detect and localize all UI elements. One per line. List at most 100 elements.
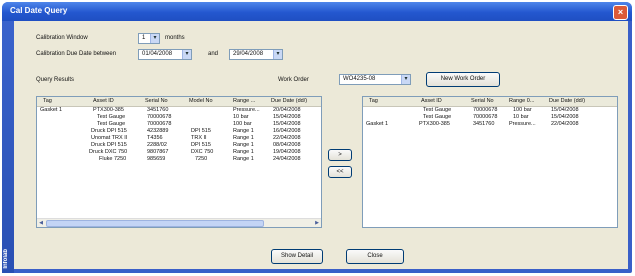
calibration-window-value: 1: [142, 35, 146, 41]
cell-model-no: 7250: [195, 156, 208, 162]
months-label: months: [165, 35, 185, 41]
chevron-down-icon: ▾: [150, 34, 159, 43]
cal-date-query-window: Cal Date Query × Infolab Calibration Win…: [2, 2, 632, 273]
cell-serial-no: T4356: [147, 135, 163, 141]
work-order-label: Work Order: [278, 77, 309, 83]
cell-asset-id: Unomat TRX II: [91, 135, 128, 141]
column-header-tag[interactable]: Tag: [369, 98, 409, 104]
cell-serial-no: 70000678: [147, 114, 172, 120]
due-between-label: Calibration Due Date between: [36, 51, 117, 57]
column-header-due-date[interactable]: Due Date (dd/): [549, 98, 609, 104]
cell-tag: Gasket 1: [366, 121, 389, 127]
chevron-down-icon: ▾: [182, 50, 191, 59]
cell-serial-no: 4232889: [147, 128, 169, 134]
dialog-content: Calibration Window 1 ▾ months Calibratio…: [14, 21, 628, 269]
window-title: Cal Date Query: [10, 6, 68, 15]
cell-asset-id: Druck DPI 515: [91, 142, 127, 148]
date-from-value: 01/04/2008: [142, 51, 173, 57]
cell-asset-id: Druck DPI 515: [91, 128, 127, 134]
work-order-list-header: Tag Asset ID Serial No Range 0... Due Da…: [363, 97, 617, 107]
cell-asset-id: Test Gauge: [97, 121, 126, 127]
close-window-button[interactable]: ×: [613, 5, 628, 20]
work-order-value: WO4235-08: [343, 76, 376, 82]
cell-range: 100 bar: [513, 107, 532, 113]
horizontal-scrollbar[interactable]: ◀ ▶: [37, 218, 321, 227]
cell-due-date: 15/04/2008: [551, 107, 579, 113]
column-header-model-no[interactable]: Model No: [189, 98, 229, 104]
cell-range: 10 bar: [233, 114, 249, 120]
cell-range: Range 1: [233, 142, 254, 148]
cell-due-date: 16/04/2008: [273, 128, 301, 134]
cell-serial-no: 70000678: [473, 114, 498, 120]
column-header-due-date[interactable]: Due Date (dd/): [271, 98, 319, 104]
cell-due-date: 22/04/2008: [273, 135, 301, 141]
cell-range: Pressure...: [509, 121, 536, 127]
query-results-header: Tag Asset ID Serial No Model No Range ..…: [37, 97, 321, 107]
query-results-label: Query Results: [36, 77, 75, 83]
cell-serial-no: 3451760: [473, 121, 495, 127]
date-to-picker[interactable]: 29/04/2008 ▾: [229, 49, 283, 60]
cell-model-no: DPI 515: [191, 142, 211, 148]
and-label: and: [208, 51, 219, 57]
cell-range: Range 1: [233, 135, 254, 141]
cell-asset-id: Fluke 7250: [99, 156, 127, 162]
chevron-down-icon: ▾: [401, 75, 410, 84]
cell-asset-id: Test Gauge: [423, 114, 452, 120]
column-header-range[interactable]: Range 0...: [509, 98, 545, 104]
cell-range: Range 1: [233, 149, 254, 155]
cell-asset-id: Druck DXC 750: [89, 149, 128, 155]
cell-asset-id: PTX300-385: [93, 107, 124, 113]
cell-due-date: 15/04/2008: [273, 114, 301, 120]
close-button[interactable]: Close: [346, 249, 404, 264]
cell-due-date: 15/04/2008: [551, 114, 579, 120]
title-bar[interactable]: Cal Date Query ×: [2, 2, 632, 21]
cell-range: Pressure...: [233, 107, 260, 113]
date-from-picker[interactable]: 01/04/2008 ▾: [138, 49, 192, 60]
new-work-order-button[interactable]: New Work Order: [426, 72, 500, 87]
cell-range: Range 1: [233, 156, 254, 162]
cell-serial-no: 9807867: [147, 149, 169, 155]
cell-due-date: 24/04/2008: [273, 156, 301, 162]
scrollbar-thumb[interactable]: [46, 220, 264, 227]
cell-range: 100 bar: [233, 121, 252, 127]
cell-due-date: 15/04/2008: [273, 121, 301, 127]
cell-asset-id: Test Gauge: [97, 114, 126, 120]
cell-model-no: DXC 750: [191, 149, 214, 155]
date-to-value: 29/04/2008: [233, 51, 264, 57]
remove-from-work-order-button[interactable]: <<: [328, 166, 352, 178]
cell-due-date: 22/04/2008: [551, 121, 579, 127]
cell-due-date: 20/04/2008: [273, 107, 301, 113]
query-results-list[interactable]: Tag Asset ID Serial No Model No Range ..…: [36, 96, 322, 228]
column-header-tag[interactable]: Tag: [43, 98, 83, 104]
column-header-serial-no[interactable]: Serial No: [471, 98, 511, 104]
calibration-window-label: Calibration Window: [36, 35, 88, 41]
cell-serial-no: 3451760: [147, 107, 169, 113]
side-strip: Infolab: [2, 21, 14, 273]
side-strip-label: Infolab: [3, 249, 9, 269]
cell-due-date: 19/04/2008: [273, 149, 301, 155]
cell-serial-no: 70000678: [473, 107, 498, 113]
cell-serial-no: 2288/02: [147, 142, 167, 148]
cell-tag: Gasket 1: [40, 107, 63, 113]
cell-asset-id: PTX300-385: [419, 121, 450, 127]
work-order-select[interactable]: WO4235-08 ▾: [339, 74, 411, 85]
cell-asset-id: Test Gauge: [423, 107, 452, 113]
cell-due-date: 08/04/2008: [273, 142, 301, 148]
show-detail-button[interactable]: Show Detail: [271, 249, 323, 264]
scroll-left-icon[interactable]: ◀: [37, 219, 45, 227]
cell-serial-no: 985659: [147, 156, 166, 162]
column-header-serial-no[interactable]: Serial No: [145, 98, 185, 104]
column-header-asset-id[interactable]: Asset ID: [93, 98, 133, 104]
work-order-items-list[interactable]: Tag Asset ID Serial No Range 0... Due Da…: [362, 96, 618, 228]
scroll-right-icon[interactable]: ▶: [313, 219, 321, 227]
column-header-range[interactable]: Range ...: [233, 98, 267, 104]
cell-range: Range 1: [233, 128, 254, 134]
close-icon: ×: [617, 7, 624, 17]
add-to-work-order-button[interactable]: >: [328, 149, 352, 161]
cell-range: 10 bar: [513, 114, 529, 120]
cell-model-no: TRX II: [191, 135, 207, 141]
column-header-asset-id[interactable]: Asset ID: [421, 98, 461, 104]
cell-serial-no: 70000678: [147, 121, 172, 127]
cell-model-no: DPI 515: [191, 128, 211, 134]
calibration-window-select[interactable]: 1 ▾: [138, 33, 160, 44]
